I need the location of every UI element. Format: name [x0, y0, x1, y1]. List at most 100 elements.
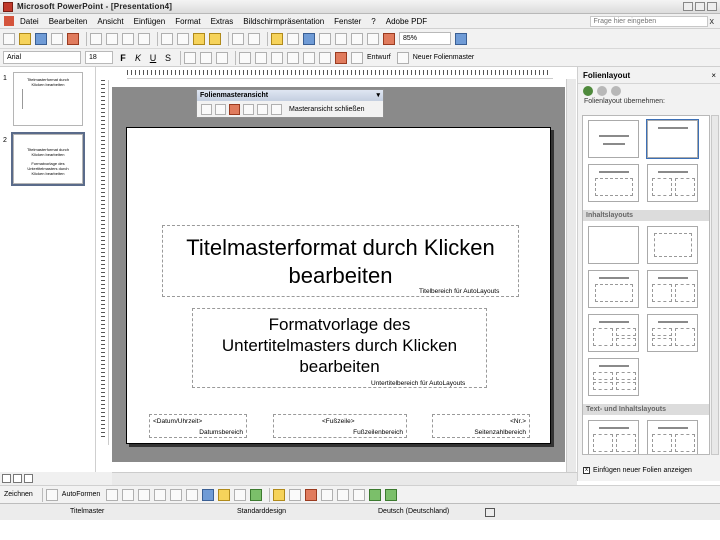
layout-blank[interactable] [588, 226, 639, 264]
permission-icon[interactable] [51, 32, 63, 45]
insert-table-icon[interactable] [287, 32, 299, 45]
decrease-font-icon[interactable] [287, 51, 299, 64]
draw-menu[interactable]: Zeichnen [4, 491, 33, 498]
research-icon[interactable] [138, 32, 150, 45]
number-placeholder[interactable]: <Nr.> Seitenzahlbereich [432, 414, 530, 438]
font-color-draw-icon[interactable] [305, 488, 318, 501]
insert-new-slide-master-icon[interactable] [201, 104, 212, 115]
pdf-icon[interactable] [67, 32, 79, 45]
insert-new-title-master-icon[interactable] [215, 104, 226, 115]
menu-einfuegen[interactable]: Einfügen [134, 17, 166, 26]
layout-list-scrollbar[interactable] [711, 115, 719, 455]
dash-style-icon[interactable] [337, 488, 350, 501]
master-toolbar-header[interactable]: Folienmasteransicht ▾ [197, 90, 383, 101]
arrow-style-icon[interactable] [353, 488, 366, 501]
menu-adobe-pdf[interactable]: Adobe PDF [386, 17, 427, 26]
show-grid-icon[interactable] [367, 32, 379, 45]
slide-master-thumbnail[interactable]: Titelmasterformat durch Klicken bearbeit… [13, 72, 83, 126]
title-master-thumbnail[interactable]: Titelmasterformat durch Klicken bearbeit… [11, 132, 85, 186]
open-icon[interactable] [19, 32, 31, 45]
task-pane-header[interactable]: Folienlayout × [578, 67, 720, 84]
color-grayscale-icon[interactable] [383, 32, 395, 45]
layout-title-text[interactable] [588, 164, 639, 202]
date-placeholder[interactable]: <Datum/Uhrzeit> Datumsbereich [149, 414, 247, 438]
home-icon[interactable] [611, 86, 621, 96]
3d-style-icon[interactable] [385, 488, 398, 501]
oval-icon[interactable] [154, 488, 167, 501]
close-document-icon[interactable]: x [710, 16, 715, 26]
menu-ansicht[interactable]: Ansicht [97, 17, 123, 26]
font-size-combo[interactable]: 18 [85, 51, 113, 64]
clipart-icon[interactable] [234, 488, 247, 501]
menu-help[interactable]: ? [371, 17, 375, 26]
insert-chart-icon[interactable] [271, 32, 283, 45]
fill-color-icon[interactable] [273, 488, 286, 501]
menu-fenster[interactable]: Fenster [334, 17, 361, 26]
wordart-icon[interactable] [202, 488, 215, 501]
arrow-icon[interactable] [122, 488, 135, 501]
numbering-icon[interactable] [239, 51, 251, 64]
layout-title-content-text[interactable] [647, 420, 698, 454]
spelling-status-icon[interactable] [485, 508, 495, 517]
expand-all-icon[interactable] [335, 32, 347, 45]
select-objects-icon[interactable] [45, 488, 58, 501]
line-style-icon[interactable] [321, 488, 334, 501]
textbox-icon[interactable] [170, 488, 183, 501]
align-left-icon[interactable] [184, 51, 196, 64]
document-icon[interactable] [4, 16, 14, 26]
dropdown-icon[interactable]: ▾ [376, 90, 380, 101]
diagram-icon[interactable] [218, 488, 231, 501]
canvas-vertical-scrollbar[interactable] [566, 79, 576, 472]
italic-button[interactable]: K [132, 53, 144, 63]
help-search-input[interactable]: Frage hier eingeben [589, 15, 708, 27]
menu-extras[interactable]: Extras [211, 17, 234, 26]
shadow-style-icon[interactable] [369, 488, 382, 501]
align-right-icon[interactable] [216, 51, 228, 64]
preserve-master-icon[interactable] [243, 104, 254, 115]
increase-font-icon[interactable] [271, 51, 283, 64]
canvas-horizontal-scrollbar[interactable] [112, 472, 577, 485]
rename-master-icon[interactable] [257, 104, 268, 115]
menu-bearbeiten[interactable]: Bearbeiten [49, 17, 88, 26]
layout-title-text-content[interactable] [588, 420, 639, 454]
slide[interactable]: Titelmasterformat durch Klicken bearbeit… [126, 127, 551, 444]
forward-icon[interactable] [597, 86, 607, 96]
master-layout-icon[interactable] [271, 104, 282, 115]
minimize-button[interactable] [683, 2, 693, 11]
format-painter-icon[interactable] [209, 32, 221, 45]
back-icon[interactable] [583, 86, 593, 96]
footer-placeholder[interactable]: <Fußzeile> Fußzeilenbereich [273, 414, 407, 438]
print-preview-icon[interactable] [106, 32, 118, 45]
insert-hyperlink-icon[interactable] [319, 32, 331, 45]
title-placeholder[interactable]: Titelmasterformat durch Klicken bearbeit… [162, 225, 519, 297]
font-color-icon[interactable] [335, 51, 347, 64]
slideshow-view-icon[interactable] [24, 474, 33, 483]
undo-icon[interactable] [232, 32, 244, 45]
layout-content-over[interactable] [588, 314, 639, 352]
spelling-icon[interactable] [122, 32, 134, 45]
bullets-icon[interactable] [255, 51, 267, 64]
design-icon[interactable] [351, 51, 363, 64]
bold-button[interactable]: F [117, 53, 129, 63]
paste-icon[interactable] [193, 32, 205, 45]
save-icon[interactable] [35, 32, 47, 45]
decrease-indent-icon[interactable] [303, 51, 315, 64]
print-icon[interactable] [90, 32, 102, 45]
menu-datei[interactable]: Datei [20, 17, 39, 26]
slide-sorter-view-icon[interactable] [13, 474, 22, 483]
show-on-insert-checkbox[interactable]: x Einfügen neuer Folien anzeigen [583, 467, 692, 474]
new-slide-master-icon[interactable] [396, 51, 409, 64]
new-slide-master-button[interactable]: Neuer Folienmaster [413, 54, 474, 61]
design-button[interactable]: Entwurf [367, 54, 391, 61]
zoom-combo[interactable]: 85% [399, 32, 451, 45]
rectangle-icon[interactable] [138, 488, 151, 501]
font-name-combo[interactable]: Arial [3, 51, 81, 64]
increase-indent-icon[interactable] [319, 51, 331, 64]
layout-content[interactable] [647, 226, 698, 264]
close-task-pane-icon[interactable]: × [711, 71, 716, 80]
underline-button[interactable]: U [147, 53, 159, 63]
layout-title-slide[interactable] [588, 120, 639, 158]
show-formatting-icon[interactable] [351, 32, 363, 45]
redo-icon[interactable] [248, 32, 260, 45]
vertical-textbox-icon[interactable] [186, 488, 199, 501]
